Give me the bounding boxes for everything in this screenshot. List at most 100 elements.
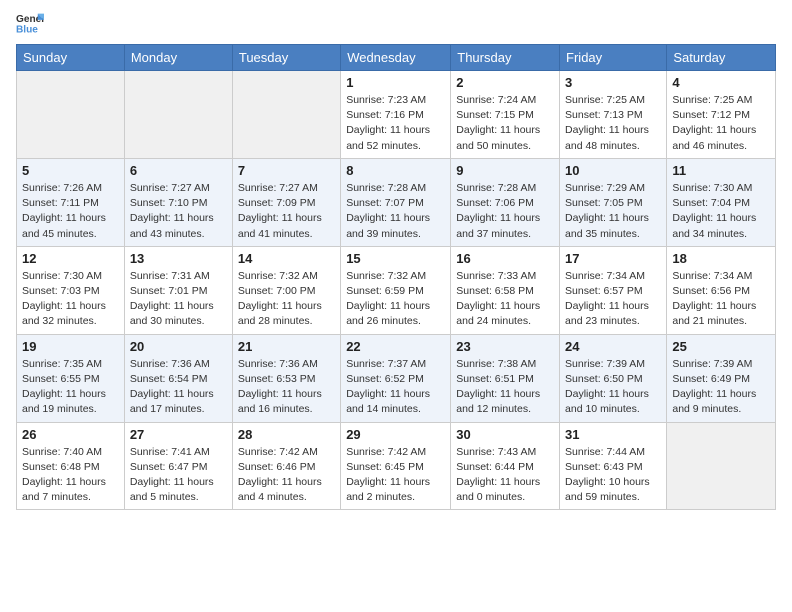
day-number: 18 <box>672 251 770 266</box>
day-info: Sunrise: 7:28 AM Sunset: 7:07 PM Dayligh… <box>346 181 445 242</box>
day-info: Sunrise: 7:30 AM Sunset: 7:04 PM Dayligh… <box>672 181 770 242</box>
calendar-week-row: 1Sunrise: 7:23 AM Sunset: 7:16 PM Daylig… <box>17 71 776 159</box>
day-number: 10 <box>565 163 661 178</box>
calendar-cell: 19Sunrise: 7:35 AM Sunset: 6:55 PM Dayli… <box>17 334 125 422</box>
weekday-header-sunday: Sunday <box>17 45 125 71</box>
calendar-week-row: 26 Sunrise: 7:40 AM Sunset: 6:48 PM Dayli… <box>17 422 776 510</box>
day-number: 17 <box>565 251 661 266</box>
day-info: Sunrise: 7:43 AM Sunset: 6:44 PM Dayligh… <box>456 445 554 506</box>
day-info: Sunrise: 7:28 AM Sunset: 7:06 PM Dayligh… <box>456 181 554 242</box>
calendar-cell: 4 Sunrise: 7:25 AM Sunset: 7:12 PM Daylig… <box>667 71 776 159</box>
day-number: 23 <box>456 339 554 354</box>
day-number: 19 <box>22 339 119 354</box>
calendar-cell: 2 Sunrise: 7:24 AM Sunset: 7:15 PM Daylig… <box>451 71 560 159</box>
day-info: Sunrise: 7:31 AM Sunset: 7:01 PM Dayligh… <box>130 269 227 330</box>
day-number: 11 <box>672 163 770 178</box>
weekday-header-monday: Monday <box>124 45 232 71</box>
calendar-cell: 6 Sunrise: 7:27 AM Sunset: 7:10 PM Daylig… <box>124 158 232 246</box>
calendar-cell: 16 Sunrise: 7:33 AM Sunset: 6:58 PM Dayli… <box>451 246 560 334</box>
day-number: 3 <box>565 75 661 90</box>
day-info: Sunrise: 7:27 AM Sunset: 7:10 PM Dayligh… <box>130 181 227 242</box>
day-number: 14 <box>238 251 335 266</box>
calendar-cell: 18 Sunrise: 7:34 AM Sunset: 6:56 PM Dayli… <box>667 246 776 334</box>
calendar-cell: 29 Sunrise: 7:42 AM Sunset: 6:45 PM Dayli… <box>341 422 451 510</box>
calendar-cell: 20Sunrise: 7:36 AM Sunset: 6:54 PM Dayli… <box>124 334 232 422</box>
day-number: 30 <box>456 427 554 442</box>
calendar-cell: 3Sunrise: 7:25 AM Sunset: 7:13 PM Daylig… <box>560 71 667 159</box>
weekday-header-friday: Friday <box>560 45 667 71</box>
calendar-cell: 8 Sunrise: 7:28 AM Sunset: 7:07 PM Daylig… <box>341 158 451 246</box>
day-number: 1 <box>346 75 445 90</box>
day-number: 12 <box>22 251 119 266</box>
calendar-cell: 28Sunrise: 7:42 AM Sunset: 6:46 PM Dayli… <box>232 422 340 510</box>
calendar-cell: 23 Sunrise: 7:38 AM Sunset: 6:51 PM Dayli… <box>451 334 560 422</box>
day-info: Sunrise: 7:29 AM Sunset: 7:05 PM Dayligh… <box>565 181 661 242</box>
calendar-week-row: 12 Sunrise: 7:30 AM Sunset: 7:03 PM Dayli… <box>17 246 776 334</box>
day-info: Sunrise: 7:33 AM Sunset: 6:58 PM Dayligh… <box>456 269 554 330</box>
day-info: Sunrise: 7:32 AM Sunset: 7:00 PM Dayligh… <box>238 269 335 330</box>
calendar-cell: 25 Sunrise: 7:39 AM Sunset: 6:49 PM Dayli… <box>667 334 776 422</box>
day-number: 16 <box>456 251 554 266</box>
day-info: Sunrise: 7:39 AM Sunset: 6:49 PM Dayligh… <box>672 357 770 418</box>
calendar-cell: 17 Sunrise: 7:34 AM Sunset: 6:57 PM Dayli… <box>560 246 667 334</box>
calendar-cell: 5 Sunrise: 7:26 AM Sunset: 7:11 PM Daylig… <box>17 158 125 246</box>
calendar-cell <box>232 71 340 159</box>
day-info: Sunrise: 7:34 AM Sunset: 6:57 PM Dayligh… <box>565 269 661 330</box>
svg-text:Blue: Blue <box>16 24 38 34</box>
day-info: Sunrise: 7:27 AM Sunset: 7:09 PM Dayligh… <box>238 181 335 242</box>
calendar-cell: 24 Sunrise: 7:39 AM Sunset: 6:50 PM Dayli… <box>560 334 667 422</box>
day-info: Sunrise: 7:38 AM Sunset: 6:51 PM Dayligh… <box>456 357 554 418</box>
day-number: 15 <box>346 251 445 266</box>
calendar-cell: 31 Sunrise: 7:44 AM Sunset: 6:43 PM Dayli… <box>560 422 667 510</box>
logo-icon: General Blue <box>16 12 44 34</box>
day-number: 26 <box>22 427 119 442</box>
day-info: Sunrise: 7:25 AM Sunset: 7:12 PM Dayligh… <box>672 93 770 154</box>
day-number: 27 <box>130 427 227 442</box>
calendar-cell: 12 Sunrise: 7:30 AM Sunset: 7:03 PM Dayli… <box>17 246 125 334</box>
day-info: Sunrise: 7:39 AM Sunset: 6:50 PM Dayligh… <box>565 357 661 418</box>
day-number: 25 <box>672 339 770 354</box>
day-info: Sunrise: 7:42 AM Sunset: 6:45 PM Dayligh… <box>346 445 445 506</box>
calendar-table: SundayMondayTuesdayWednesdayThursdayFrid… <box>16 44 776 510</box>
calendar-cell: 27Sunrise: 7:41 AM Sunset: 6:47 PM Dayli… <box>124 422 232 510</box>
calendar-cell: 15Sunrise: 7:32 AM Sunset: 6:59 PM Dayli… <box>341 246 451 334</box>
calendar-cell: 26 Sunrise: 7:40 AM Sunset: 6:48 PM Dayli… <box>17 422 125 510</box>
day-info: Sunrise: 7:30 AM Sunset: 7:03 PM Dayligh… <box>22 269 119 330</box>
day-number: 9 <box>456 163 554 178</box>
weekday-header-thursday: Thursday <box>451 45 560 71</box>
day-info: Sunrise: 7:36 AM Sunset: 6:54 PM Dayligh… <box>130 357 227 418</box>
day-info: Sunrise: 7:24 AM Sunset: 7:15 PM Dayligh… <box>456 93 554 154</box>
calendar-cell: 13 Sunrise: 7:31 AM Sunset: 7:01 PM Dayli… <box>124 246 232 334</box>
day-number: 6 <box>130 163 227 178</box>
calendar-cell: 9 Sunrise: 7:28 AM Sunset: 7:06 PM Daylig… <box>451 158 560 246</box>
day-number: 4 <box>672 75 770 90</box>
calendar-week-row: 5 Sunrise: 7:26 AM Sunset: 7:11 PM Daylig… <box>17 158 776 246</box>
calendar-cell: 22Sunrise: 7:37 AM Sunset: 6:52 PM Dayli… <box>341 334 451 422</box>
calendar-week-row: 19Sunrise: 7:35 AM Sunset: 6:55 PM Dayli… <box>17 334 776 422</box>
header: General Blue <box>16 12 776 34</box>
calendar-cell: 11 Sunrise: 7:30 AM Sunset: 7:04 PM Dayli… <box>667 158 776 246</box>
day-info: Sunrise: 7:26 AM Sunset: 7:11 PM Dayligh… <box>22 181 119 242</box>
calendar-cell <box>667 422 776 510</box>
day-info: Sunrise: 7:34 AM Sunset: 6:56 PM Dayligh… <box>672 269 770 330</box>
calendar-cell <box>17 71 125 159</box>
calendar-cell: 7Sunrise: 7:27 AM Sunset: 7:09 PM Daylig… <box>232 158 340 246</box>
day-number: 24 <box>565 339 661 354</box>
weekday-header-wednesday: Wednesday <box>341 45 451 71</box>
day-number: 5 <box>22 163 119 178</box>
weekday-header-saturday: Saturday <box>667 45 776 71</box>
day-info: Sunrise: 7:44 AM Sunset: 6:43 PM Dayligh… <box>565 445 661 506</box>
calendar-cell: 21Sunrise: 7:36 AM Sunset: 6:53 PM Dayli… <box>232 334 340 422</box>
calendar-cell: 10 Sunrise: 7:29 AM Sunset: 7:05 PM Dayli… <box>560 158 667 246</box>
day-number: 28 <box>238 427 335 442</box>
day-number: 8 <box>346 163 445 178</box>
day-number: 13 <box>130 251 227 266</box>
day-number: 21 <box>238 339 335 354</box>
day-info: Sunrise: 7:40 AM Sunset: 6:48 PM Dayligh… <box>22 445 119 506</box>
day-number: 22 <box>346 339 445 354</box>
weekday-header-tuesday: Tuesday <box>232 45 340 71</box>
day-number: 31 <box>565 427 661 442</box>
calendar-cell: 1Sunrise: 7:23 AM Sunset: 7:16 PM Daylig… <box>341 71 451 159</box>
day-number: 2 <box>456 75 554 90</box>
day-number: 29 <box>346 427 445 442</box>
